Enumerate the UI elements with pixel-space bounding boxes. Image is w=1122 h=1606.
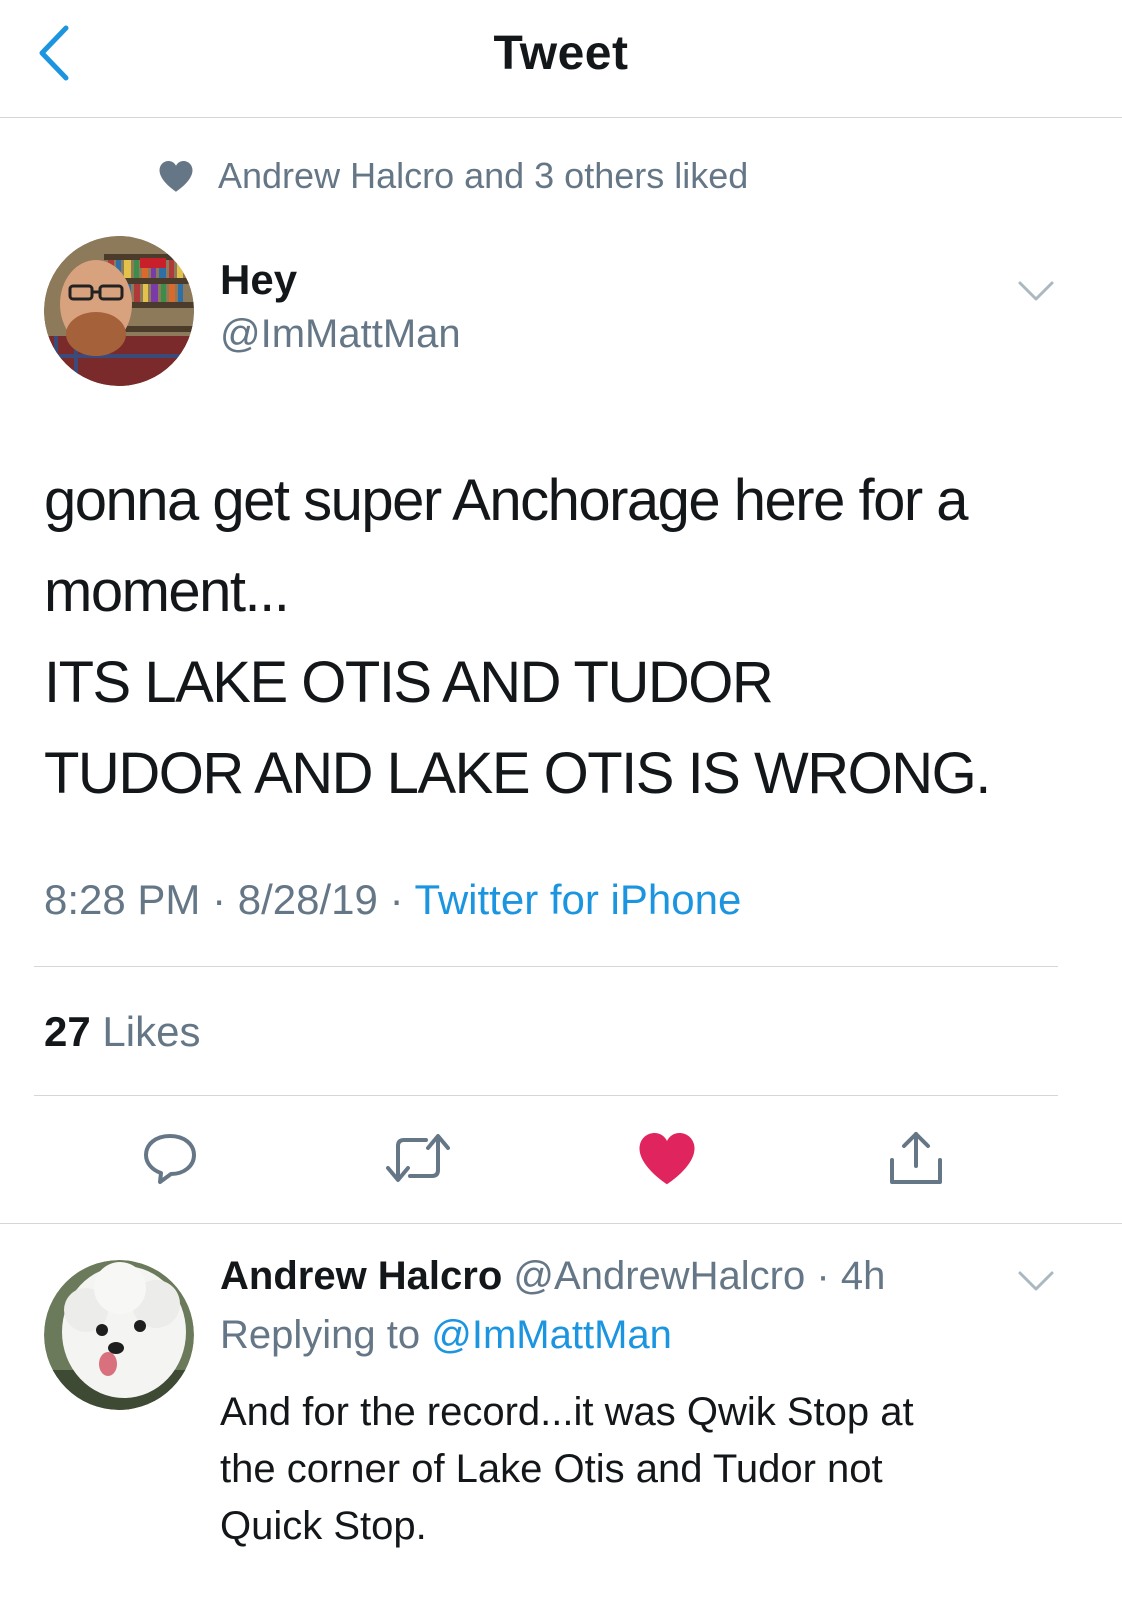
replying-to-mention[interactable]: @ImMattMan bbox=[431, 1313, 672, 1357]
reply-avatar[interactable] bbox=[44, 1260, 194, 1410]
navigation-header: Tweet bbox=[0, 0, 1122, 118]
author-name[interactable]: Hey bbox=[220, 256, 297, 304]
reply-options-button[interactable] bbox=[1016, 1268, 1056, 1294]
replying-to: Replying to @ImMattMan bbox=[220, 1313, 672, 1358]
tweet-options-button[interactable] bbox=[1016, 278, 1056, 304]
reply-text-line: And for the record...it was Qwik Stop at bbox=[220, 1390, 914, 1434]
tweet-meta: 8:28 PM · 8/28/19 · Twitter for iPhone bbox=[44, 876, 741, 924]
page-title: Tweet bbox=[493, 27, 629, 80]
share-icon bbox=[890, 1132, 942, 1184]
reply-header: Andrew Halcro @AndrewHalcro · 4h bbox=[220, 1254, 885, 1299]
divider bbox=[0, 1223, 1122, 1224]
meta-separator: · bbox=[212, 876, 227, 923]
reply-author-handle[interactable]: @AndrewHalcro bbox=[513, 1254, 805, 1298]
tweet-text: gonna get super Anchorage here for a mom… bbox=[44, 455, 1074, 819]
chevron-down-icon bbox=[1018, 281, 1054, 301]
likes-label: Likes bbox=[102, 1008, 201, 1055]
meta-separator: · bbox=[389, 876, 404, 923]
likes-count: 27 bbox=[44, 1008, 91, 1055]
heart-filled-icon bbox=[639, 1133, 695, 1185]
divider bbox=[34, 966, 1058, 967]
retweet-icon bbox=[386, 1134, 450, 1182]
tweet-source-link[interactable]: Twitter for iPhone bbox=[415, 876, 742, 923]
reply-button[interactable] bbox=[138, 1126, 202, 1190]
retweet-button[interactable] bbox=[386, 1126, 450, 1190]
reply-text-line: Quick Stop. bbox=[220, 1504, 427, 1548]
reply-text-line: the corner of Lake Otis and Tudor not bbox=[220, 1447, 883, 1491]
reply-icon bbox=[144, 1134, 196, 1184]
replying-to-label: Replying to bbox=[220, 1313, 421, 1357]
reply-text: And for the record...it was Qwik Stop at… bbox=[220, 1384, 1080, 1555]
social-context[interactable]: Andrew Halcro and 3 others liked bbox=[158, 150, 748, 202]
reply-author-name[interactable]: Andrew Halcro bbox=[220, 1254, 502, 1298]
chevron-down-icon bbox=[1018, 1271, 1054, 1291]
divider bbox=[34, 1095, 1058, 1096]
tweet-text-line: moment... bbox=[44, 559, 290, 624]
tweet-date: 8/28/19 bbox=[237, 876, 378, 923]
avatar[interactable] bbox=[44, 236, 194, 386]
avatar-photo bbox=[44, 1260, 194, 1410]
like-button[interactable] bbox=[635, 1126, 699, 1190]
tweet-text-line: TUDOR AND LAKE OTIS IS WRONG. bbox=[44, 741, 991, 806]
reply-time: 4h bbox=[840, 1254, 886, 1298]
heart-icon bbox=[159, 161, 193, 192]
meta-separator: · bbox=[816, 1254, 830, 1298]
tweet-time: 8:28 PM bbox=[44, 876, 201, 923]
social-context-text: Andrew Halcro and 3 others liked bbox=[218, 155, 749, 196]
share-button[interactable] bbox=[884, 1126, 948, 1190]
likes-stat[interactable]: 27 Likes bbox=[44, 1008, 200, 1056]
avatar-photo bbox=[44, 236, 194, 386]
author-handle[interactable]: @ImMattMan bbox=[220, 312, 461, 357]
tweet-text-line: gonna get super Anchorage here for a bbox=[44, 468, 969, 533]
tweet-text-line: ITS LAKE OTIS AND TUDOR bbox=[44, 650, 774, 715]
